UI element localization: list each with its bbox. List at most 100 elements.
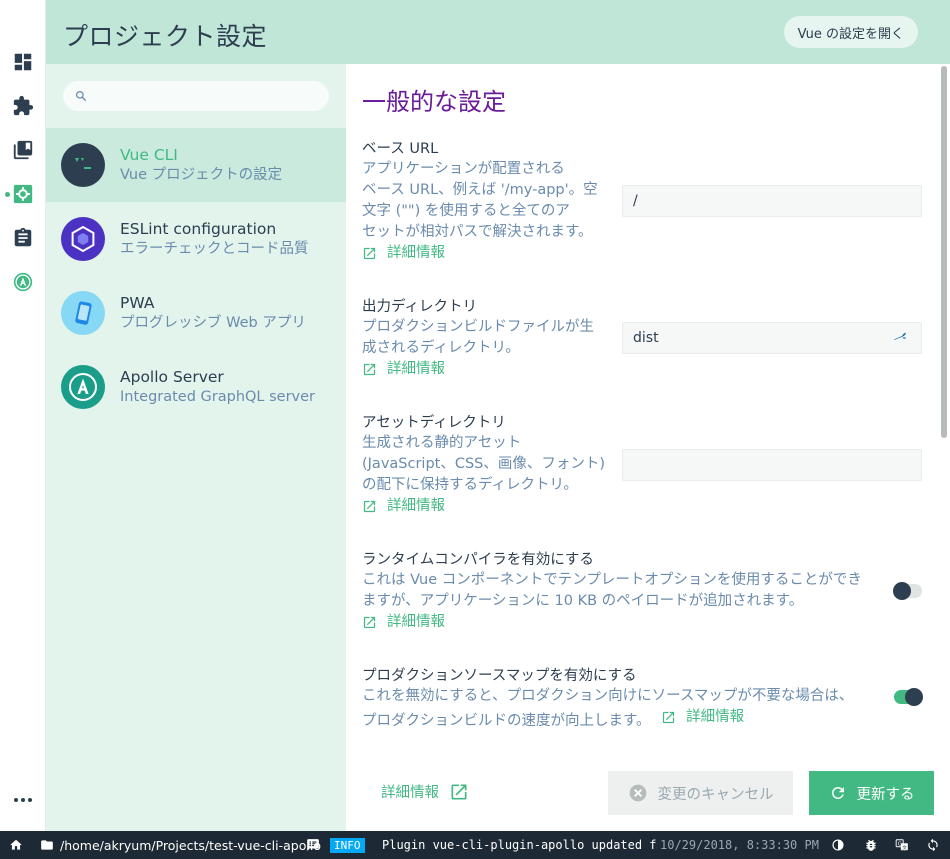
more-info-link[interactable]: 詳細情報 [661,707,744,728]
more-info-link[interactable]: 詳細情報 [362,359,445,380]
sidebar-item-apollo[interactable]: Apollo Server Integrated GraphQL server [46,350,346,424]
dark-mode-button[interactable] [831,831,845,859]
open-in-new-icon [363,500,376,513]
prompt-desc-line: ベース URL、例えば '/my-app'。空 [362,182,598,198]
sidebar-item-name: PWA [120,293,155,312]
prompt-desc-line: これは Vue コンポーネントでテンプレートオプションを使用することができ [362,572,862,588]
assets-dir-input[interactable] [622,449,922,481]
log-button[interactable] [306,831,320,859]
prompt-runtime-compiler: ランタイムコンパイラを有効にする これは Vue コンポーネントでテンプレートオ… [362,550,862,634]
more-info-link[interactable]: 詳細情報 [362,496,445,517]
sidebar-item-desc: プログレッシブ Web アプリ [120,314,306,331]
prompt-desc-line: ますが、アプリケーションに 10 KB のペイロードが追加されます。 [362,593,804,609]
prompt-desc-line: の配下に保持するディレクトリ。 [362,477,578,493]
navigation-rail [0,0,46,831]
sidebar-item-eslint[interactable]: ESLint configuration エラーチェックとコード品質 [46,202,346,276]
search-box[interactable] [63,81,329,111]
open-in-new-icon [363,363,376,376]
configuration-icon [13,184,33,204]
last-log-message[interactable]: Plugin vue-cli-plugin-apollo updated f… [382,831,657,859]
more-dot-icon [14,798,18,802]
wrench-icon[interactable] [892,330,908,346]
sidebar-item-desc: Vue プロジェクトの設定 [120,166,283,183]
log-message-text: Plugin vue-cli-plugin-apollo updated f… [382,838,657,852]
log-timestamp: 10/29/2018, 8:33:30 PM [660,831,819,859]
open-in-new-icon [451,784,467,799]
home-button[interactable] [9,831,23,859]
cancel-changes-button[interactable]: 変更のキャンセル [608,771,793,815]
dashboard-button[interactable] [0,42,46,82]
prompt-desc-line: プロダクションビルドファイルが生 [362,319,594,335]
tasks-button[interactable] [0,218,46,258]
eslint-logo-icon [61,217,105,261]
status-bar: /home/akryum/Projects/test-vue-cli-apoll… [0,831,950,859]
runtime-compiler-toggle[interactable] [893,582,922,600]
prompt-desc-line: 成されるディレクトリ。 [362,340,520,356]
bug-icon [866,839,876,851]
prompt-desc-line: 文字 ("") を使用すると全てのア [362,203,570,219]
more-info-link[interactable]: 詳細情報 [362,243,445,264]
project-path[interactable]: /home/akryum/Projects/test-vue-cli-apoll… [40,831,321,859]
more-info-label: 詳細情報 [387,498,445,514]
output-dir-input[interactable] [622,322,922,354]
plugins-icon [13,95,34,116]
more-button[interactable] [0,780,46,820]
page-header: プロジェクト設定 Vue の設定を開く [46,0,950,64]
contrast-icon [832,839,844,851]
dependencies-button[interactable] [0,130,46,170]
cancel-changes-label: 変更のキャンセル [657,786,774,803]
prompt-label: 出力ディレクトリ [362,299,477,315]
update-label: 更新する [856,786,915,803]
pwa-phone-icon [61,291,105,335]
report-bug-button[interactable] [864,831,878,859]
footer-more-info-link[interactable]: 詳細情報 [381,781,469,802]
more-dot-icon [21,798,25,802]
prompt-assets-dir: アセットディレクトリ 生成される静的アセット (JavaScript、CSS、画… [362,413,612,518]
prompt-label: アセットディレクトリ [362,415,506,431]
refresh-icon [831,787,844,799]
apollo-button[interactable] [0,262,46,302]
prompt-desc-line: これを無効にすると、プロダクション向けにソースマップが不要な場合は、 [362,688,854,704]
refresh-status-button[interactable] [926,831,940,859]
search-input[interactable] [94,88,314,104]
base-url-input[interactable] [622,185,922,217]
home-icon [10,839,22,850]
apollo-icon [13,272,33,292]
more-info-label: 詳細情報 [387,361,445,377]
more-info-label: 詳細情報 [387,614,445,630]
translate-icon: G文 [895,839,908,851]
sidebar-item-vue-cli[interactable]: Vue CLI Vue プロジェクトの設定 [46,128,346,202]
log-level-badge: INFO [330,831,365,859]
footer-more-info-label: 詳細情報 [381,785,439,801]
prompt-desc-line: (JavaScript、CSS、画像、フォント) [362,456,606,472]
sidebar-item-pwa[interactable]: PWA プログレッシブ Web アプリ [46,276,346,350]
content-scrollbar[interactable] [941,66,947,438]
prompt-label: プロダクションソースマップを有効にする [362,668,637,684]
sidebar-item-desc: エラーチェックとコード品質 [120,240,309,257]
open-in-new-icon [363,616,376,629]
plugins-button[interactable] [0,86,46,126]
cancel-icon [629,784,646,802]
prompt-base-url: ベース URL アプリケーションが配置される ベース URL、例えば '/my-… [362,139,612,265]
open-in-new-icon [663,711,675,724]
open-vue-config-button[interactable]: Vue の設定を開く [783,16,918,48]
page-title: プロジェクト設定 [63,22,268,51]
more-dot-icon [28,798,32,802]
toggle-knob [905,688,923,706]
prompt-desc-line: アプリケーションが配置される [362,161,565,177]
update-button[interactable]: 更新する [809,771,934,815]
project-path-text: /home/akryum/Projects/test-vue-cli-apoll… [60,837,321,853]
production-sourcemap-toggle[interactable] [894,688,923,706]
config-content: 一般的な設定 ベース URL アプリケーションが配置される ベース URL、例え… [346,64,950,831]
configuration-button[interactable] [0,174,46,214]
config-sidebar: Vue CLI Vue プロジェクトの設定 ESLint configurati… [46,64,346,831]
prompt-desc-line: セットが相対パスで解決されます。 [362,224,593,240]
translate-button[interactable]: G文 [895,831,909,859]
timestamp-text: 10/29/2018, 8:33:30 PM [660,838,819,852]
prompt-label: ランタイムコンパイラを有効にする [362,552,594,568]
more-info-link[interactable]: 詳細情報 [362,612,445,633]
prompt-label: ベース URL [362,141,439,157]
sidebar-item-name: Apollo Server [120,367,224,386]
dependencies-icon [13,140,33,160]
sidebar-item-name: ESLint configuration [120,219,277,238]
